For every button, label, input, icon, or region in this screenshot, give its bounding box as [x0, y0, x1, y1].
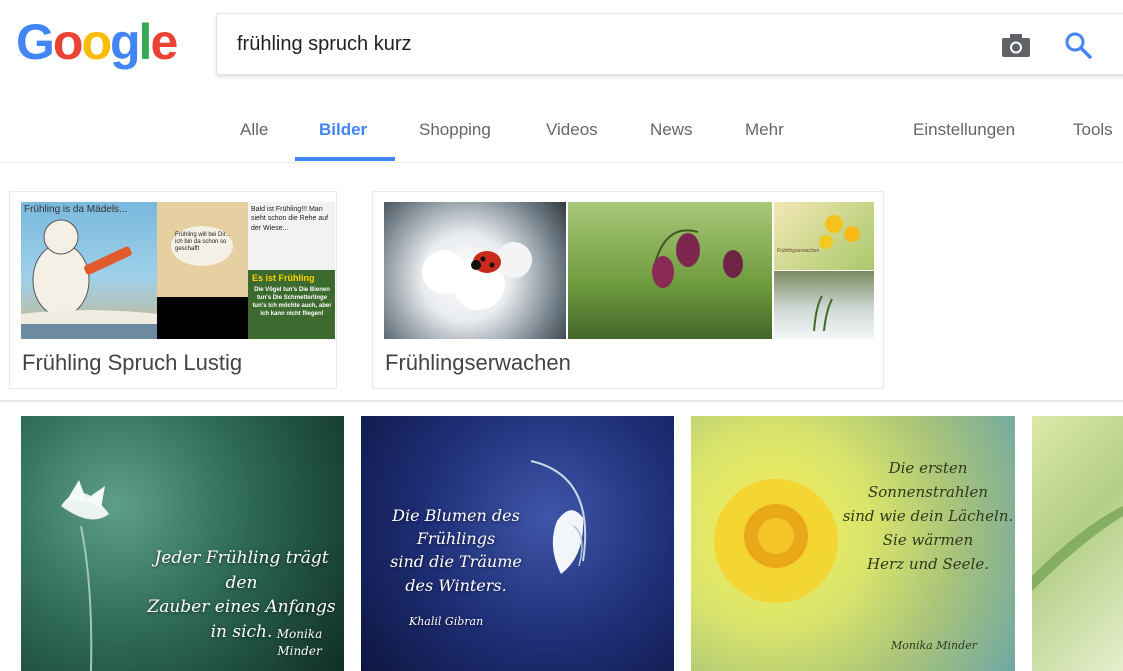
- google-logo[interactable]: Google: [16, 14, 178, 70]
- fritillaria-flower-photo: [652, 229, 743, 288]
- logo-letter: o: [81, 14, 112, 70]
- quote-text: Die ersten Sonnenstrahlen sind wie dein …: [841, 456, 1015, 576]
- image-result[interactable]: Die Blumen des Frühlings sind die Träume…: [361, 416, 674, 671]
- quote-line: Jeder Frühling trägt den: [154, 548, 329, 593]
- thumbnail-image[interactable]: Frühlingserwachen: [774, 202, 874, 270]
- tab-bilder[interactable]: Bilder: [319, 120, 367, 140]
- section-divider: [0, 400, 1123, 402]
- thumbnail-caption: Es ist Frühling: [252, 273, 315, 283]
- cluster-label[interactable]: Frühlingserwachen: [385, 350, 571, 376]
- quote-author: Monika Minder: [891, 639, 977, 652]
- quote-line: des Winters.: [405, 575, 507, 595]
- logo-letter: o: [52, 14, 84, 70]
- quote-line: sind die Träume: [390, 552, 522, 572]
- tab-shopping[interactable]: Shopping: [419, 120, 491, 140]
- camera-icon[interactable]: [1001, 32, 1031, 58]
- image-result[interactable]: Jeder Frühling trägt den Zauber eines An…: [21, 416, 344, 671]
- thumbnail-image[interactable]: Frühling will bei Dir... ich bin da scho…: [157, 202, 248, 339]
- search-input[interactable]: frühling spruch kurz: [237, 33, 412, 56]
- cluster-label[interactable]: Frühling Spruch Lustig: [22, 350, 242, 376]
- thumbnail-caption: Bald ist Frühling!!! Man sieht schon die…: [251, 206, 329, 232]
- image-result[interactable]: Die ersten Sonnenstrahlen sind wie dein …: [691, 416, 1015, 671]
- quote-line: sind wie dein Lächeln.: [842, 507, 1014, 525]
- daffodil-photo: [819, 215, 860, 249]
- leaf-photo: [1032, 506, 1123, 591]
- tab-mehr[interactable]: Mehr: [745, 120, 784, 140]
- ladybug-blossom-photo: [422, 242, 532, 310]
- quote-text: Die Blumen des Frühlings sind die Träume…: [361, 504, 551, 597]
- thumbnail-image[interactable]: Es ist Frühling Die Vögel tun's Die Bien…: [248, 270, 335, 339]
- quote-line: Die Blumen des Frühlings: [392, 506, 520, 549]
- logo-letter: l: [138, 14, 153, 70]
- related-search-card[interactable]: Frühlingserwachen Frühlingserwachen: [372, 191, 884, 389]
- quote-author: Khalil Gibran: [409, 615, 484, 628]
- thumbnail-image[interactable]: [774, 271, 874, 339]
- quote-line: Die ersten: [888, 459, 968, 477]
- related-search-card[interactable]: Frühling is da Mädels... Frühling will b…: [9, 191, 337, 389]
- search-icon[interactable]: [1063, 30, 1093, 60]
- logo-letter: G: [16, 14, 55, 70]
- active-tab-indicator: [295, 157, 395, 161]
- settings-link[interactable]: Einstellungen: [913, 120, 1015, 140]
- tools-link[interactable]: Tools: [1073, 120, 1113, 140]
- thumbnail-image[interactable]: Bald ist Frühling!!! Man sieht schon die…: [248, 202, 335, 270]
- logo-letter: e: [150, 14, 178, 70]
- tab-alle[interactable]: Alle: [240, 120, 268, 140]
- thumbnail-caption: Frühlingserwachen: [777, 248, 820, 254]
- search-nav: Alle Bilder Shopping Videos News Mehr Ei…: [0, 100, 1123, 163]
- quote-author: Monika Minder: [276, 627, 323, 659]
- tab-videos[interactable]: Videos: [546, 120, 598, 140]
- tab-news[interactable]: News: [650, 120, 693, 140]
- thumbnail-caption: Die Vögel tun's Die Bienen tun's Die Sch…: [252, 287, 332, 318]
- quote-line: Sie wärmen: [882, 531, 974, 549]
- cartoon-illustration: [21, 219, 157, 339]
- snowdrop-photo: [813, 295, 833, 332]
- image-result[interactable]: [1032, 416, 1123, 671]
- thumbnail-image[interactable]: [384, 202, 566, 339]
- quote-line: Sonnenstrahlen: [868, 483, 988, 501]
- logo-letter: g: [110, 14, 141, 70]
- thumbnail-caption: Frühling is da Mädels...: [24, 204, 128, 215]
- search-box[interactable]: frühling spruch kurz: [216, 13, 1123, 75]
- thumbnail-caption: Frühling will bei Dir... ich bin da scho…: [175, 232, 231, 253]
- quote-line: Herz und Seele.: [867, 555, 989, 573]
- thumbnail-image[interactable]: Frühling is da Mädels...: [21, 202, 157, 339]
- thumbnail-image[interactable]: [568, 202, 772, 339]
